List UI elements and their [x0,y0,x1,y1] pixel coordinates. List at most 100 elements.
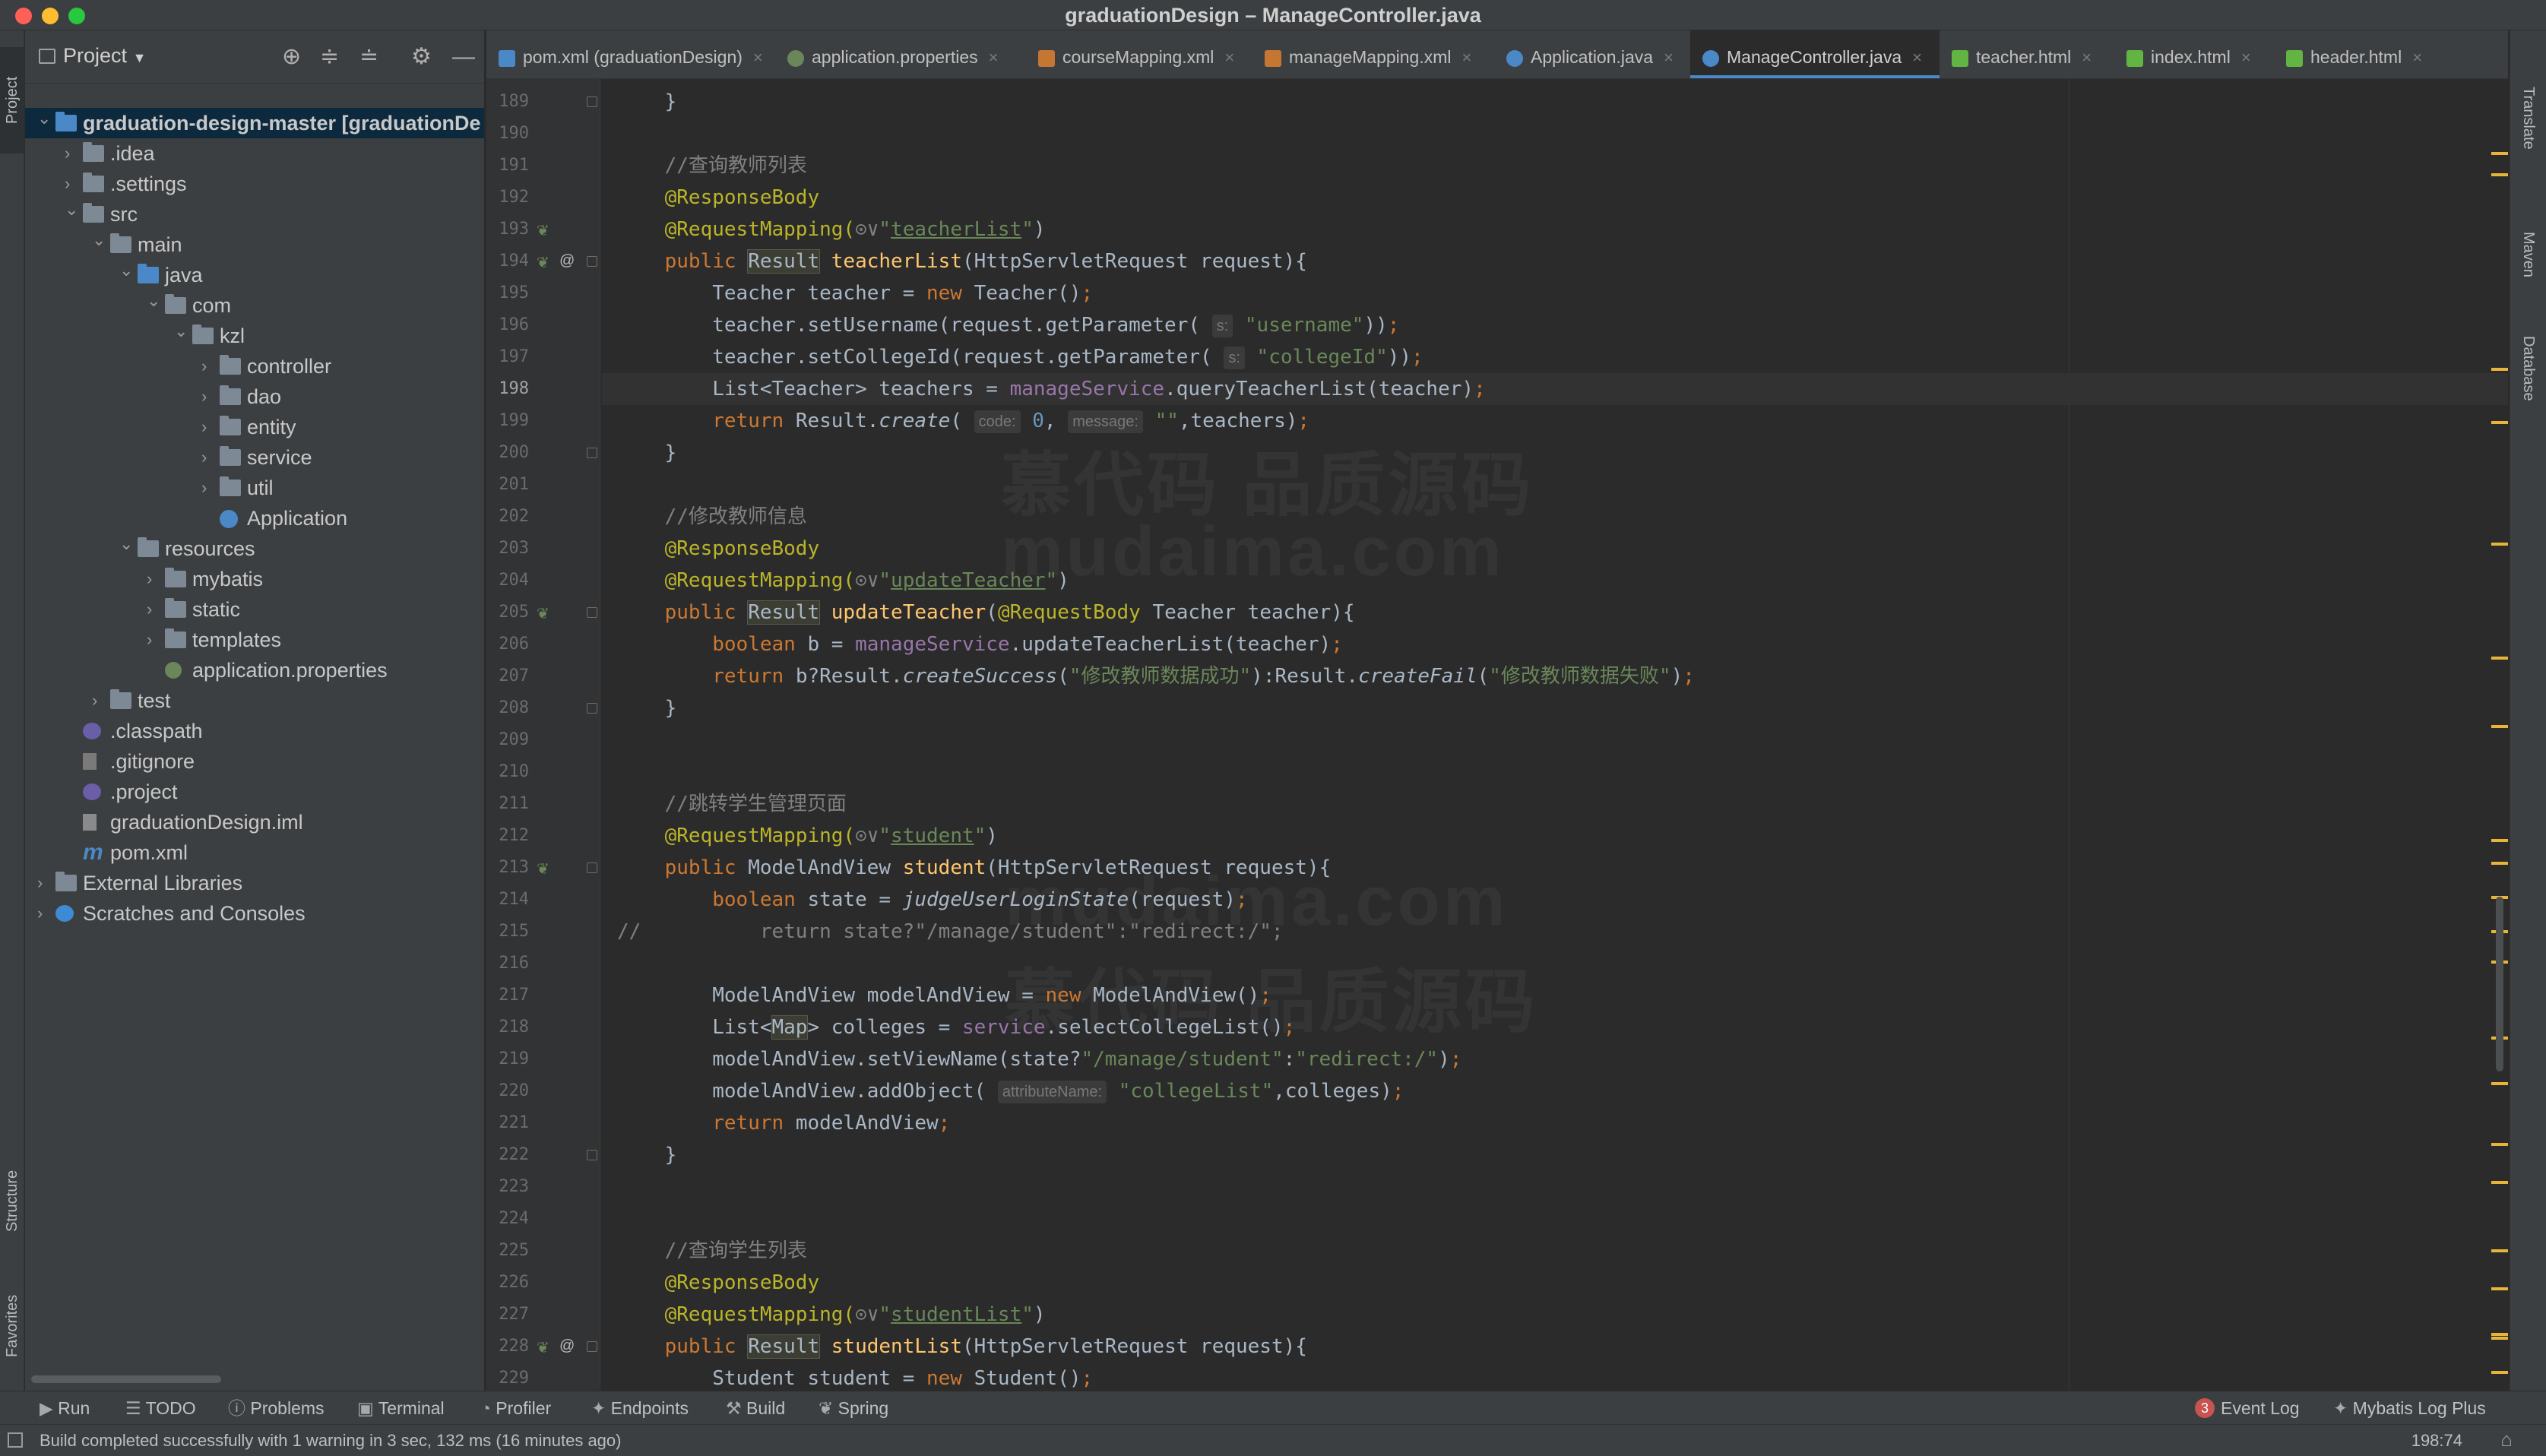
fold-marker-icon[interactable] [587,97,597,107]
tree-item[interactable]: › test [25,685,484,716]
tree-item[interactable]: › .idea [25,138,484,169]
spring-bean-gutter-icon[interactable]: ❦ [537,1338,549,1357]
structure-tool-button[interactable]: Structure [0,1140,24,1261]
expand-all-icon[interactable]: ≑ [320,44,339,70]
editor-tab[interactable]: application.properties × [775,30,1026,78]
fold-marker-icon[interactable] [587,448,597,458]
tree-item[interactable]: .gitignore [25,746,484,777]
tree-item[interactable]: › templates [25,625,484,655]
tree-item[interactable]: .classpath [25,716,484,746]
tree-item[interactable]: › entity [25,412,484,442]
close-tab-icon[interactable]: × [989,48,999,67]
tool-window-event-log[interactable]: 3 Event Log [2195,1391,2300,1425]
tool-window-profiler[interactable]: ◔ Profiler [480,1391,551,1425]
close-tab-icon[interactable]: × [1664,48,1674,67]
warning-stripe-mark[interactable] [2491,839,2508,842]
chevron-right-icon[interactable]: › [147,564,162,594]
tree-item[interactable]: application.properties [25,655,484,685]
tree-item[interactable]: ⌄ java [25,260,484,290]
close-tab-icon[interactable]: × [2412,48,2422,67]
tree-item[interactable]: › static [25,594,484,625]
chevron-right-icon[interactable]: › [201,473,217,503]
editor-tab[interactable]: header.html × [2274,30,2422,78]
tool-window-endpoints[interactable]: ✦ Endpoints [591,1391,689,1425]
chevron-right-icon[interactable]: › [201,442,217,473]
warning-stripe-mark[interactable] [2491,1181,2508,1184]
project-tool-button[interactable]: Project [0,47,24,154]
chevron-right-icon[interactable]: › [92,685,107,716]
translate-tool-button[interactable]: Translate [2516,53,2541,182]
chevron-down-icon[interactable]: ⌄ [37,103,52,134]
tree-item[interactable]: ⌄ kzl [25,321,484,351]
warning-stripe-mark[interactable] [2491,1337,2508,1340]
warning-stripe-mark[interactable] [2491,173,2508,176]
fold-marker-icon[interactable] [587,863,597,873]
chevron-right-icon[interactable]: › [201,351,217,381]
fold-marker-icon[interactable] [587,1150,597,1160]
spring-bean-gutter-icon[interactable]: ❦ [537,253,549,272]
collapse-all-icon[interactable]: ≐ [359,44,378,70]
close-tab-icon[interactable]: × [1912,48,1922,67]
project-panel-title[interactable]: Project ▼ [63,44,146,68]
close-tab-icon[interactable]: × [1224,48,1234,67]
warning-stripe-mark[interactable] [2491,1371,2508,1374]
tree-item[interactable]: › External Libraries [25,868,484,898]
warning-stripe-mark[interactable] [2491,152,2508,155]
tool-window-problems[interactable]: ⓘ Problems [228,1391,325,1425]
tree-item[interactable]: ⌄ graduation-design-master [graduationDe [25,108,484,138]
fold-marker-icon[interactable] [587,1341,597,1352]
hide-panel-icon[interactable]: — [452,44,475,70]
close-tab-icon[interactable]: × [1462,48,1472,67]
chevron-down-icon[interactable]: ⌄ [119,255,135,286]
editor-tab[interactable]: Application.java × [1494,30,1690,78]
tree-item[interactable]: ⌄ main [25,229,484,260]
warning-stripe-mark[interactable] [2491,1249,2508,1252]
tool-window-mybatis-log-plus[interactable]: ✦ Mybatis Log Plus [2333,1391,2486,1425]
status-message[interactable]: Build completed successfully with 1 warn… [40,1425,621,1456]
spring-bean-gutter-icon[interactable]: ❦ [537,604,549,623]
lock-icon[interactable]: ⌂ [2500,1428,2513,1451]
close-tab-icon[interactable]: × [2241,48,2251,67]
spring-bean-gutter-icon[interactable]: ❦ [537,859,549,878]
tree-item[interactable]: › util [25,473,484,503]
editor-tab[interactable]: index.html × [2114,30,2274,78]
chevron-right-icon[interactable]: › [37,868,52,898]
tool-window-todo[interactable]: ☰ TODO [125,1391,196,1425]
chevron-right-icon[interactable]: › [147,594,162,625]
tool-window-spring[interactable]: ❦ Spring [819,1391,888,1425]
close-tab-icon[interactable]: × [2082,48,2092,67]
tool-window-run[interactable]: ▶ Run [40,1391,90,1425]
chevron-down-icon[interactable]: ⌄ [92,225,107,255]
mapping-gutter-icon[interactable]: @ [559,252,575,270]
gear-icon[interactable]: ⚙ [411,44,432,70]
database-tool-button[interactable]: Database [2516,312,2541,426]
tree-horizontal-scrollbar[interactable] [31,1375,221,1383]
caret-position[interactable]: 198:74 [2411,1425,2462,1456]
tree-item[interactable]: › dao [25,381,484,412]
tree-item[interactable]: › service [25,442,484,473]
warning-stripe-mark[interactable] [2491,657,2508,660]
fold-marker-icon[interactable] [587,607,597,618]
editor-tab[interactable]: pom.xml (graduationDesign) × [486,30,775,78]
tree-item[interactable]: m pom.xml [25,837,484,868]
error-stripe[interactable] [2487,79,2508,1391]
editor-tab[interactable]: courseMapping.xml × [1026,30,1252,78]
chevron-down-icon[interactable]: ⌄ [174,316,189,347]
favorites-tool-button[interactable]: Favorites [0,1269,24,1383]
editor-tab[interactable]: teacher.html × [1940,30,2114,78]
tree-item[interactable]: › Scratches and Consoles [25,898,484,929]
tree-item[interactable]: Application [25,503,484,533]
warning-stripe-mark[interactable] [2491,1082,2508,1085]
warning-stripe-mark[interactable] [2491,862,2508,865]
tree-item[interactable]: graduationDesign.iml [25,807,484,837]
chevron-right-icon[interactable]: › [37,898,52,929]
maven-tool-button[interactable]: Maven [2516,205,2541,304]
warning-stripe-mark[interactable] [2491,725,2508,728]
fold-marker-icon[interactable] [587,256,597,267]
close-tab-icon[interactable]: × [753,48,763,67]
toggle-tool-windows-icon[interactable] [8,1432,23,1448]
fold-marker-icon[interactable] [587,703,597,714]
tool-window-build[interactable]: ⚒ Build [726,1391,785,1425]
tree-item[interactable]: › mybatis [25,564,484,594]
warning-stripe-mark[interactable] [2491,421,2508,424]
